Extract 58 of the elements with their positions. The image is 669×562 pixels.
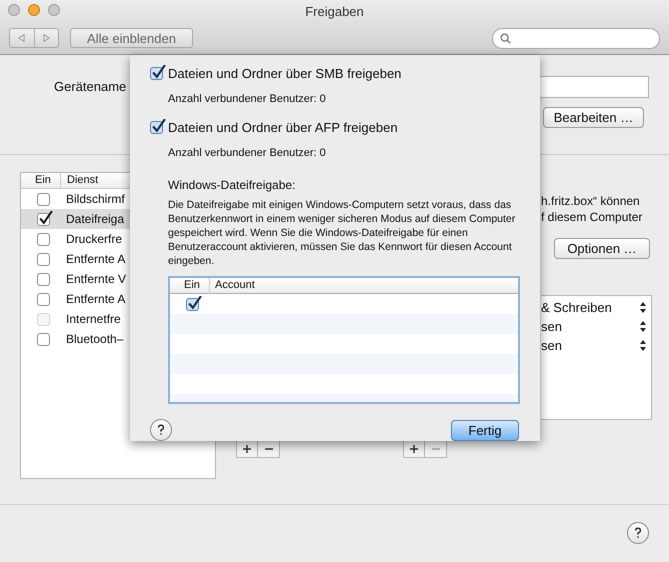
stepper-icon[interactable] [640,302,646,313]
search-field[interactable] [492,28,660,48]
windows-sharing-heading: Windows-Dateifreigabe: [168,177,296,194]
edit-button[interactable]: Bearbeiten … [543,107,644,128]
service-name: Druckerfre [65,231,122,248]
column-header[interactable]: Ein [21,173,61,189]
checkbox[interactable] [37,332,50,346]
window-title: Freigaben [305,3,364,21]
checkbox[interactable] [186,298,199,310]
checkbox[interactable] [37,232,50,246]
checkbox[interactable] [150,121,163,134]
minimize-button[interactable] [28,4,40,16]
column-header[interactable]: Account [210,278,255,294]
remove-button[interactable] [258,440,280,458]
back-forward-control[interactable] [9,28,59,48]
help-button[interactable] [150,419,172,441]
service-name: Bildschirmf [65,191,125,208]
checkbox[interactable] [37,252,50,266]
question-mark-icon [157,424,165,436]
plus-icon [410,445,418,453]
done-button[interactable]: Fertig [451,420,519,440]
service-name: Entfernte A [65,251,126,268]
question-mark-icon [634,527,642,539]
permission-value: & Schreiben [541,298,612,317]
service-name: Bluetooth– [65,331,124,348]
search-icon [500,32,511,44]
service-name: Dateifreiga [65,211,124,228]
device-name-label: Gerätename [54,78,126,96]
checkbox[interactable] [37,212,50,226]
plus-icon [243,445,251,453]
address-text: f diesem Computer [541,209,644,225]
stepper-icon[interactable] [640,340,646,351]
back-icon [18,34,26,42]
connected-users-text: Anzahl verbundener Benutzer: 0 [168,92,327,106]
checkbox[interactable] [150,67,163,80]
permission-value: sen [541,318,562,336]
close-button[interactable] [8,4,20,16]
help-button[interactable] [627,522,649,544]
protocol-label: Dateien und Ordner über AFP freigeben [168,119,398,137]
forward-icon [42,34,50,42]
checkbox[interactable] [37,192,50,206]
column-header[interactable]: Dienst [61,173,98,189]
show-all-button[interactable]: Alle einblenden [70,28,193,48]
add-button[interactable] [236,440,258,458]
checkbox[interactable] [37,272,50,286]
column-header[interactable]: Ein [170,278,210,294]
address-text: h.fritz.box“ können [541,193,641,209]
service-name: Entfernte A [65,291,126,308]
options-button[interactable]: Optionen … [554,238,650,259]
service-name: Internetfre [65,311,121,328]
zoom-button[interactable] [48,4,60,16]
checkbox[interactable] [37,292,50,306]
service-name: Entfernte V [65,271,126,288]
permission-value: sen [541,336,562,355]
protocol-label: Dateien und Ordner über SMB freigeben [168,65,402,83]
stepper-icon[interactable] [640,321,646,332]
connected-users-text: Anzahl verbundener Benutzer: 0 [168,146,327,160]
add-button[interactable] [403,440,425,458]
